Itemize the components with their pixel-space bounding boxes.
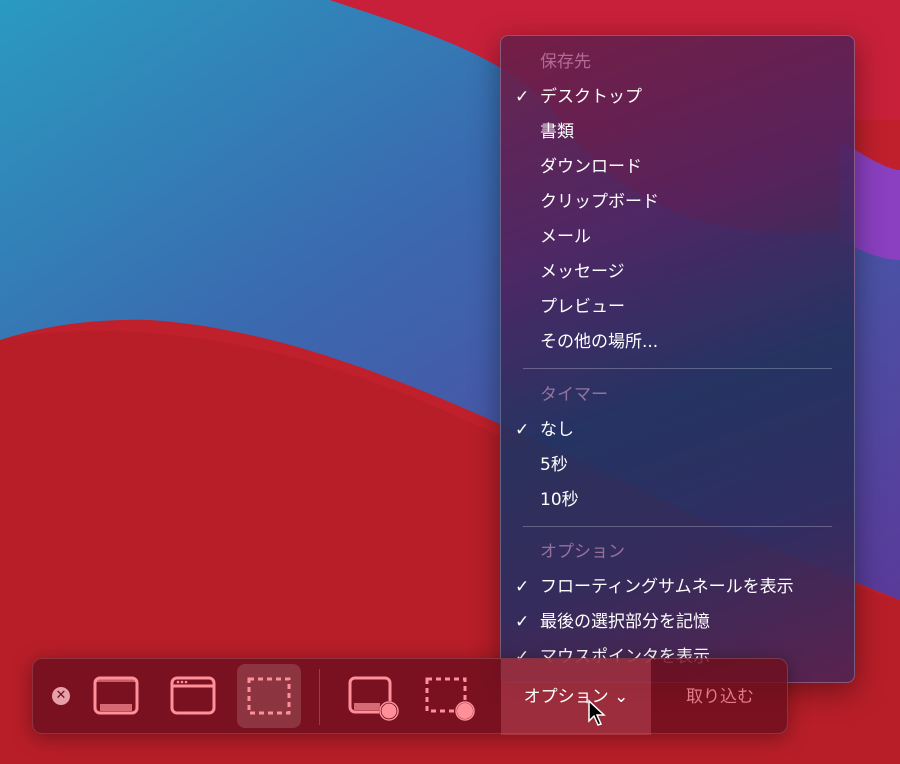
menu-separator bbox=[523, 368, 832, 369]
menu-item-save-7[interactable]: その他の場所... bbox=[501, 327, 854, 357]
toolbar-divider bbox=[319, 669, 320, 725]
checkmark-icon: ✓ bbox=[515, 577, 530, 597]
menu-item-save-0[interactable]: ✓ デスクトップ bbox=[501, 82, 854, 112]
menu-item-label: プレビュー bbox=[540, 297, 625, 317]
menu-item-save-4[interactable]: メール bbox=[501, 222, 854, 252]
record-entire-screen-button[interactable] bbox=[341, 664, 405, 728]
close-button[interactable]: ✕ bbox=[52, 687, 70, 705]
menu-item-label: メール bbox=[540, 227, 591, 247]
menu-separator bbox=[523, 526, 832, 527]
mouse-pointer-icon bbox=[588, 699, 606, 726]
options-button[interactable]: オプション ⌄ bbox=[501, 659, 651, 735]
menu-item-label: 最後の選択部分を記憶 bbox=[540, 612, 710, 632]
menu-item-label: ダウンロード bbox=[540, 157, 642, 177]
menu-item-label: 5秒 bbox=[540, 455, 568, 475]
menu-item-save-3[interactable]: クリップボード bbox=[501, 187, 854, 217]
menu-item-label: その他の場所... bbox=[540, 332, 659, 352]
menu-item-save-6[interactable]: プレビュー bbox=[501, 292, 854, 322]
menu-item-label: フローティングサムネールを表示 bbox=[540, 577, 794, 597]
menu-item-timer-2[interactable]: 10秒 bbox=[501, 485, 854, 515]
menu-item-save-2[interactable]: ダウンロード bbox=[501, 152, 854, 182]
menu-item-options-0[interactable]: ✓ フローティングサムネールを表示 bbox=[501, 572, 854, 602]
window-icon bbox=[170, 676, 216, 715]
menu-item-timer-1[interactable]: 5秒 bbox=[501, 450, 854, 480]
chevron-down-icon: ⌄ bbox=[614, 687, 629, 707]
capture-window-button[interactable] bbox=[161, 664, 225, 728]
menu-item-label: クリップボード bbox=[540, 192, 659, 212]
timer-section-header: タイマー bbox=[540, 385, 608, 405]
selection-icon bbox=[247, 677, 291, 715]
entire-screen-icon bbox=[93, 676, 139, 715]
menu-item-timer-0[interactable]: ✓ なし bbox=[501, 415, 854, 445]
record-selection-icon bbox=[425, 677, 475, 721]
record-screen-icon bbox=[348, 676, 399, 721]
menu-item-label: なし bbox=[540, 420, 574, 440]
menu-item-save-5[interactable]: メッセージ bbox=[501, 257, 854, 287]
menu-item-label: デスクトップ bbox=[540, 87, 642, 107]
menu-item-options-1[interactable]: ✓ 最後の選択部分を記憶 bbox=[501, 607, 854, 637]
checkmark-icon: ✓ bbox=[515, 420, 530, 440]
menu-item-label: 書類 bbox=[540, 122, 574, 142]
capture-entire-screen-button[interactable] bbox=[84, 664, 148, 728]
capture-button[interactable]: 取り込む bbox=[651, 659, 789, 735]
checkmark-icon: ✓ bbox=[515, 87, 530, 107]
capture-selection-button[interactable] bbox=[237, 664, 301, 728]
save-section-header: 保存先 bbox=[540, 52, 591, 72]
menu-item-label: 10秒 bbox=[540, 490, 579, 510]
menu-item-save-1[interactable]: 書類 bbox=[501, 117, 854, 147]
menu-item-label: メッセージ bbox=[540, 262, 625, 282]
checkmark-icon: ✓ bbox=[515, 612, 530, 632]
record-selection-button[interactable] bbox=[417, 664, 481, 728]
options-menu: 保存先 ✓ デスクトップ 書類ダウンロード クリップボード メールメッセージプレビューその… bbox=[500, 35, 855, 683]
screenshot-toolbar: ✕ オプション ⌄ 取り込む bbox=[32, 658, 789, 735]
options-section-header: オプション bbox=[540, 542, 625, 562]
